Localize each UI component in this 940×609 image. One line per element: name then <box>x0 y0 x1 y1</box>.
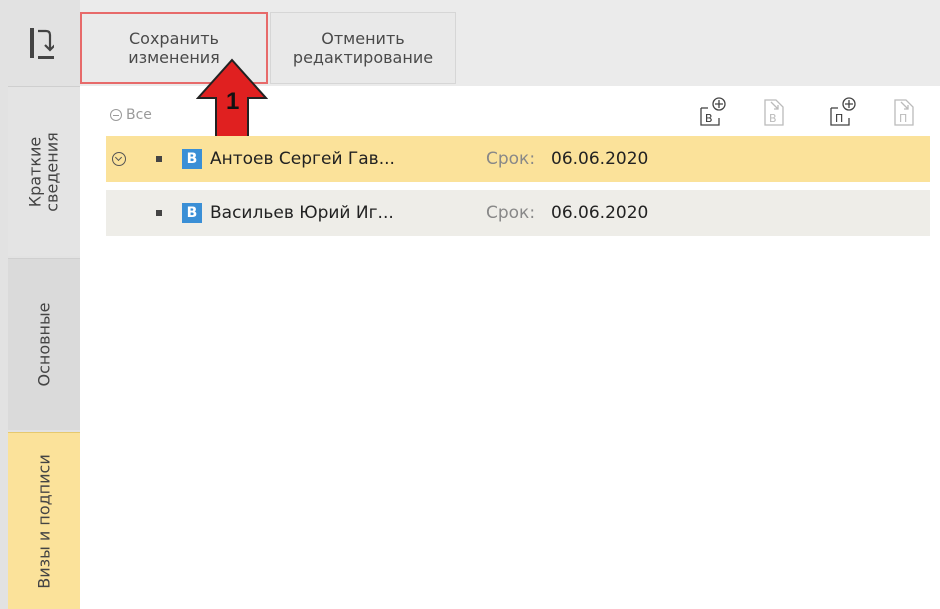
deadline-label: Срок: <box>486 149 536 169</box>
remove-signature-icon[interactable]: П <box>892 96 922 128</box>
deadline-date: 06.06.2020 <box>551 149 649 169</box>
add-visa-icon[interactable]: В <box>698 96 728 128</box>
tab-visas-label: Визы и подписи <box>34 453 54 589</box>
remove-visa-letter: В <box>769 112 777 125</box>
remove-signature-letter: П <box>899 112 907 125</box>
visa-badge: В <box>182 203 202 223</box>
bullet-icon <box>156 210 162 216</box>
person-name: Антоев Сергей Гав... <box>210 149 395 169</box>
add-signature-icon[interactable]: П <box>828 96 858 128</box>
collapse-icon <box>110 109 122 121</box>
list-item[interactable]: В Антоев Сергей Гав... Срок: 06.06.2020 <box>106 136 930 182</box>
return-icon[interactable] <box>8 8 72 80</box>
deadline-date: 06.06.2020 <box>551 203 649 223</box>
add-signature-letter: П <box>835 112 843 125</box>
add-visa-letter: В <box>705 112 713 125</box>
tab-summary-label: Краткие сведения <box>26 131 62 212</box>
tab-summary[interactable]: Краткие сведения <box>8 86 80 256</box>
tab-main[interactable]: Основные <box>8 258 80 430</box>
tab-main-label: Основные <box>34 302 54 387</box>
cancel-editing-button[interactable]: Отменить редактирование <box>270 12 456 84</box>
remove-visa-icon[interactable]: В <box>762 96 792 128</box>
cancel-editing-label: Отменить редактирование <box>292 29 434 67</box>
bullet-icon <box>156 156 162 162</box>
annotation-number: 1 <box>226 88 240 115</box>
list-item[interactable]: В Васильев Юрий Иг... Срок: 06.06.2020 <box>106 190 930 236</box>
tab-visas-signatures[interactable]: Визы и подписи <box>8 432 80 609</box>
person-name: Васильев Юрий Иг... <box>210 203 394 223</box>
expand-icon[interactable] <box>112 152 126 166</box>
visa-badge: В <box>182 149 202 169</box>
sidebar: Краткие сведения Основные Визы и подписи <box>0 0 80 609</box>
collapse-all-label: Все <box>126 107 152 123</box>
deadline-label: Срок: <box>486 203 536 223</box>
collapse-all-toggle[interactable]: Все <box>110 107 152 123</box>
